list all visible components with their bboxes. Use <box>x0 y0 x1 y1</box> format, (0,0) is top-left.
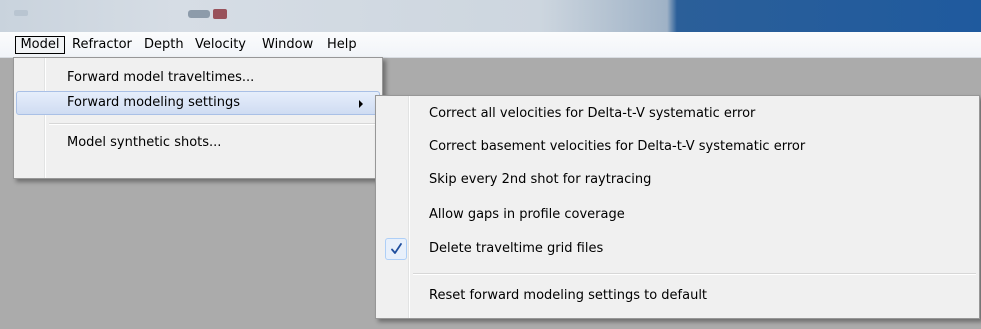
menu-item-label: Correct basement velocities for Delta-t-… <box>429 139 806 154</box>
menu-velocity[interactable]: Velocity <box>195 36 246 54</box>
menu-separator <box>413 273 976 275</box>
menu-item-forward-modeling-settings[interactable]: Forward modeling settings <box>16 91 380 115</box>
menu-separator <box>49 123 379 125</box>
menu-item-delete-traveltime-grid-files[interactable]: Delete traveltime grid files <box>378 237 977 261</box>
app-icon <box>14 10 28 16</box>
title-bar-graphic <box>213 9 227 19</box>
menu-item-label: Correct all velocities for Delta-t-V sys… <box>429 106 756 121</box>
menu-item-forward-model-traveltimes[interactable]: Forward model traveltimes... <box>16 66 380 90</box>
menu-depth[interactable]: Depth <box>144 36 184 54</box>
menu-item-allow-gaps[interactable]: Allow gaps in profile coverage <box>378 203 977 227</box>
menu-window[interactable]: Window <box>262 36 313 54</box>
menu-item-label: Forward modeling settings <box>67 95 240 110</box>
menu-refractor[interactable]: Refractor <box>72 36 132 54</box>
menu-item-correct-basement-velocities[interactable]: Correct basement velocities for Delta-t-… <box>378 135 977 159</box>
check-icon <box>385 238 407 260</box>
menu-item-model-synthetic-shots[interactable]: Model synthetic shots... <box>16 131 380 155</box>
menu-model[interactable]: Model <box>15 36 65 54</box>
menu-help[interactable]: Help <box>327 36 357 54</box>
menu-item-label: Forward model traveltimes... <box>67 70 255 85</box>
menu-item-reset-settings[interactable]: Reset forward modeling settings to defau… <box>378 284 977 308</box>
title-bar-graphic <box>188 10 210 18</box>
model-dropdown-menu: Forward model traveltimes... Forward mod… <box>13 57 383 179</box>
menu-item-correct-all-velocities[interactable]: Correct all velocities for Delta-t-V sys… <box>378 102 977 126</box>
window-title-bar <box>0 0 981 32</box>
menu-item-label: Allow gaps in profile coverage <box>429 207 625 222</box>
forward-modeling-settings-submenu: Correct all velocities for Delta-t-V sys… <box>375 95 980 319</box>
menu-bar: Model Refractor Depth Velocity Window He… <box>0 32 981 58</box>
menu-item-skip-every-2nd-shot[interactable]: Skip every 2nd shot for raytracing <box>378 168 977 192</box>
chevron-right-icon <box>359 100 363 108</box>
menu-item-label: Skip every 2nd shot for raytracing <box>429 172 652 187</box>
menu-item-label: Model synthetic shots... <box>67 135 222 150</box>
menu-item-label: Delete traveltime grid files <box>429 241 604 256</box>
menu-item-label: Reset forward modeling settings to defau… <box>429 288 708 303</box>
